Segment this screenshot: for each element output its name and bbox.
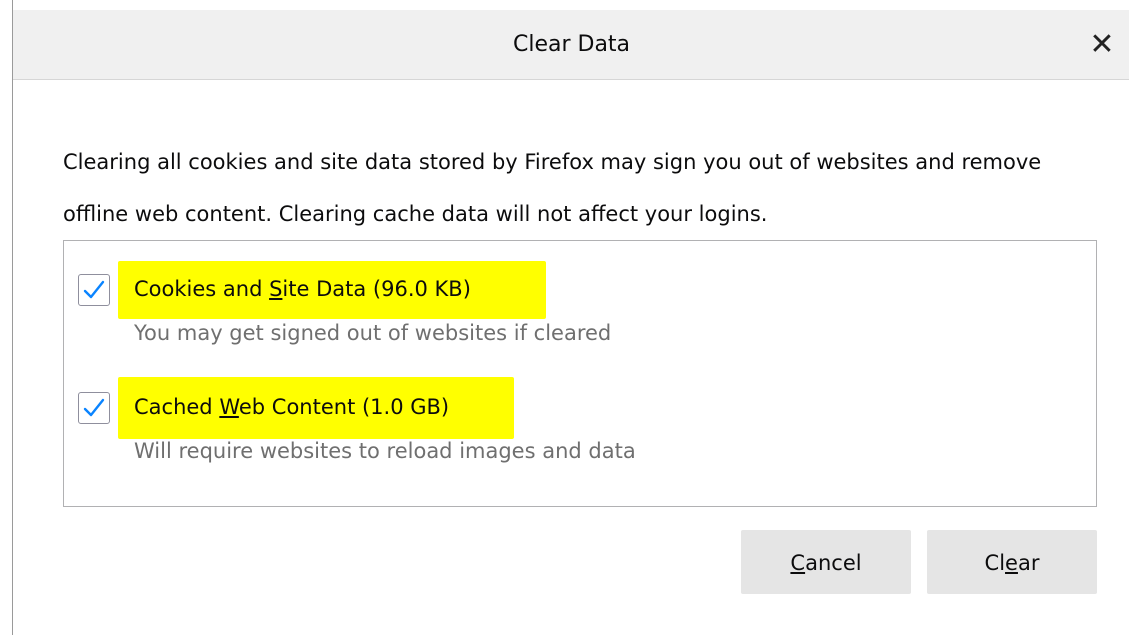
options-list: Cookies and Site Data (96.0 KB) You may … [63, 240, 1097, 507]
dialog-titlebar: Clear Data ✕ [13, 10, 1129, 80]
cache-description: Will require websites to reload images a… [134, 439, 636, 463]
cookies-checkbox[interactable] [78, 274, 110, 306]
cookies-description: You may get signed out of websites if cl… [134, 321, 612, 345]
clear-data-dialog: Clear Data ✕ Clearing all cookies and si… [12, 0, 1129, 635]
clear-button[interactable]: Clear [927, 530, 1097, 594]
cookies-label-post: ite Data (96.0 KB) [282, 277, 471, 301]
cookies-label-accesskey: S [269, 277, 283, 301]
checkmark-icon [83, 398, 105, 417]
clear-label-post: ar [1017, 551, 1040, 575]
dialog-description: Clearing all cookies and site data store… [63, 150, 1042, 226]
cache-label-pre: Cached [134, 395, 220, 419]
cache-label-accesskey: W [219, 395, 239, 419]
dialog-title: Clear Data [512, 32, 631, 57]
cancel-label-post: ancel [805, 551, 862, 575]
close-icon: ✕ [1089, 27, 1115, 62]
cache-label-post: eb Content (1.0 GB) [238, 395, 450, 419]
cookies-label[interactable]: Cookies and Site Data (96.0 KB) [134, 277, 471, 301]
cache-label[interactable]: Cached Web Content (1.0 GB) [134, 395, 449, 419]
cancel-button[interactable]: Cancel [741, 530, 911, 594]
cancel-label-accesskey: C [790, 551, 806, 575]
clear-label-accesskey: e [1005, 551, 1018, 575]
cookies-label-pre: Cookies and [134, 277, 270, 301]
cache-checkbox[interactable] [78, 392, 110, 424]
checkmark-icon [83, 280, 105, 299]
clear-label-pre: Cl [984, 551, 1006, 575]
close-button[interactable]: ✕ [1074, 10, 1129, 80]
